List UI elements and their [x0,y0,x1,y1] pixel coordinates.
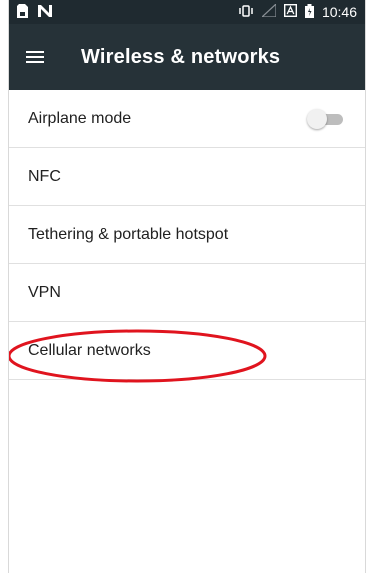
setting-label: Airplane mode [28,109,132,127]
settings-list: Airplane mode NFC Tethering & portable h… [9,90,365,380]
clock: 10:46 [321,4,357,20]
sim-card-icon [17,3,28,21]
setting-tethering[interactable]: Tethering & portable hotspot [9,206,365,264]
setting-vpn[interactable]: VPN [9,264,365,322]
page-title: Wireless & networks [81,45,281,68]
setting-nfc[interactable]: NFC [9,148,365,206]
setting-cellular-networks[interactable]: Cellular networks [9,322,365,380]
setting-label: NFC [28,167,61,185]
toggle-thumb [307,108,327,129]
battery-icon [304,3,314,21]
setting-airplane-mode[interactable]: Airplane mode [9,90,365,148]
airplane-mode-toggle[interactable] [307,108,347,129]
signal-icon [260,2,277,20]
hamburger-menu-icon[interactable] [9,24,61,90]
setting-label: Tethering & portable hotspot [28,225,229,243]
vibrate-icon [238,4,254,20]
phone-screen: 10:46 Wireless & networks Airplane mode … [8,0,366,573]
a-notification-icon [283,3,297,20]
status-bar: 10:46 [9,0,365,24]
setting-label: Cellular networks [28,341,151,359]
app-bar: Wireless & networks [9,24,365,90]
n-notification-icon [38,4,52,20]
setting-label: VPN [28,283,61,301]
